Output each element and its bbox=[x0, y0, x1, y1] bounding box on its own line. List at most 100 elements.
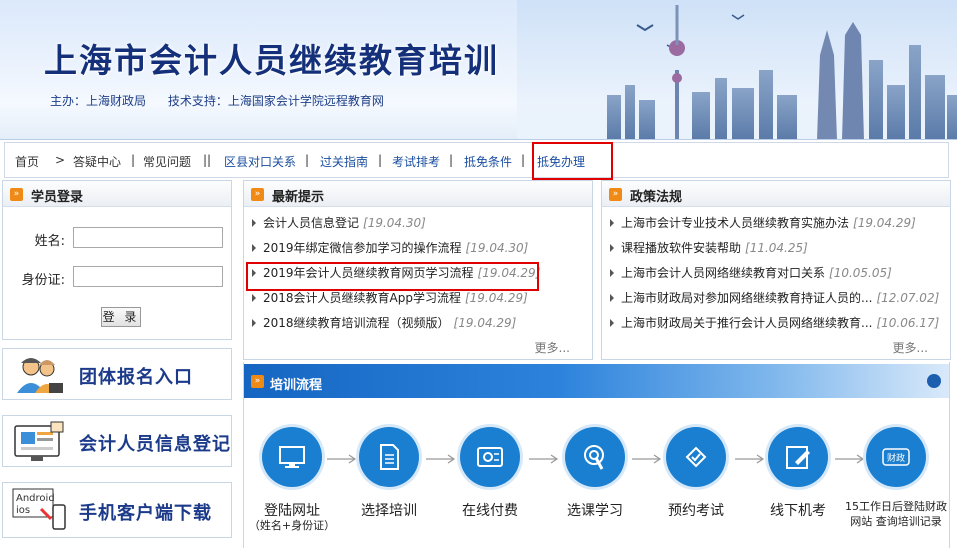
payment-icon bbox=[477, 447, 503, 467]
nav-qa-center[interactable]: 答疑中心 bbox=[73, 153, 121, 170]
list-item[interactable]: 会计人员信息登记 [19.04.30] bbox=[252, 215, 586, 240]
more-link[interactable]: 更多... bbox=[893, 339, 928, 356]
login-panel: » 学员登录 姓名: 身份证: 登 录 bbox=[2, 180, 232, 340]
ios-text: ios bbox=[16, 505, 30, 516]
list-item-title[interactable]: 课程播放软件安装帮助 bbox=[621, 241, 741, 255]
name-input[interactable] bbox=[73, 227, 223, 248]
list-item[interactable]: 2018会计人员继续教育App学习流程 [19.04.29] bbox=[252, 290, 586, 315]
list-item-date: [19.04.29] bbox=[853, 216, 916, 230]
monitor-icon bbox=[279, 446, 305, 468]
nav-separator: | bbox=[131, 153, 136, 167]
policy-panel-header: » 政策法规 bbox=[602, 181, 950, 207]
finance-icon-text: 财政 bbox=[887, 452, 905, 464]
policy-panel: » 政策法规 上海市会计专业技术人员继续教育实施办法 [19.04.29] 课程播… bbox=[601, 180, 951, 360]
organizer-text: 主办：上海财政局 bbox=[50, 94, 147, 108]
step-circle bbox=[262, 427, 322, 487]
mobile-download-label[interactable]: 手机客户端下载 bbox=[79, 499, 212, 525]
list-item[interactable]: 上海市财政局对参加网络继续教育持证人员的... [12.07.02] bbox=[610, 290, 944, 315]
login-button[interactable]: 登 录 bbox=[101, 307, 141, 327]
nav-faq[interactable]: 常见问题 bbox=[143, 153, 191, 170]
bullet-icon bbox=[610, 293, 614, 302]
bullet-icon bbox=[252, 293, 256, 302]
list-item-title[interactable]: 会计人员信息登记 bbox=[263, 216, 359, 230]
step-circle bbox=[666, 427, 726, 487]
nav-separator: | bbox=[378, 153, 383, 167]
list-item[interactable]: 2018继续教育培训流程（视频版） [19.04.29] bbox=[252, 315, 586, 340]
list-item-title[interactable]: 上海市财政局对参加网络继续教育持证人员的... bbox=[621, 291, 872, 305]
list-item-title[interactable]: 上海市会计人员网络继续教育对口关系 bbox=[621, 266, 825, 280]
info-register-label[interactable]: 会计人员信息登记 bbox=[79, 430, 231, 456]
group-registration-label[interactable]: 团体报名入口 bbox=[79, 363, 193, 389]
bullet-icon bbox=[252, 243, 256, 252]
highlight-box bbox=[532, 142, 613, 180]
nav-breadcrumb-separator: > bbox=[55, 153, 66, 167]
list-item-date: [10.06.17] bbox=[876, 316, 940, 330]
step-circle bbox=[768, 427, 828, 487]
nav-district-relations[interactable]: 区县对口关系 bbox=[224, 153, 296, 170]
checklist-icon bbox=[685, 446, 707, 468]
list-item-date: [19.04.29] bbox=[453, 316, 517, 330]
bullet-icon bbox=[610, 268, 614, 277]
list-item[interactable]: 上海市会计专业技术人员继续教育实施办法 [19.04.29] bbox=[610, 215, 944, 240]
id-number-input[interactable] bbox=[73, 266, 223, 287]
step-label: 15工作日后登陆财政网站 查询培训记录 bbox=[845, 500, 947, 528]
bullet-icon bbox=[610, 318, 614, 327]
step-circle bbox=[460, 427, 520, 487]
step-circle bbox=[359, 427, 419, 487]
list-item-title[interactable]: 2018会计人员继续教育App学习流程 bbox=[263, 291, 461, 305]
nav-separator: | bbox=[449, 153, 454, 167]
more-link[interactable]: 更多... bbox=[535, 339, 570, 356]
banner-subtitle: 主办：上海财政局 技术支持：上海国家会计学院远程教育网 bbox=[50, 92, 402, 109]
latest-notices-panel: » 最新提示 会计人员信息登记 [19.04.30] 2019年绑定微信参加学习的… bbox=[243, 180, 593, 360]
android-text: Android bbox=[16, 493, 55, 504]
list-item[interactable]: 上海市财政局关于推行会计人员网络继续教育... [10.06.17] bbox=[610, 315, 944, 340]
list-item-title[interactable]: 上海市会计专业技术人员继续教育实施办法 bbox=[621, 216, 849, 230]
step-circle bbox=[565, 427, 625, 487]
step-sublabel: （姓名+身份证） bbox=[248, 519, 336, 532]
process-header: » 培训流程 bbox=[244, 364, 949, 398]
list-item[interactable]: 课程播放软件安装帮助 [11.04.25] bbox=[610, 240, 944, 265]
nav-home[interactable]: 首页 bbox=[15, 153, 39, 170]
list-item-date: [12.07.02] bbox=[876, 291, 940, 305]
process-title: 培训流程 bbox=[270, 378, 323, 393]
group-registration-link[interactable]: 团体报名入口 bbox=[2, 348, 232, 400]
expand-icon: » bbox=[10, 188, 23, 201]
city-skyline-image bbox=[517, 0, 957, 139]
decoration-circle bbox=[927, 374, 941, 388]
bullet-icon bbox=[252, 318, 256, 327]
computer-form-icon bbox=[14, 421, 64, 461]
nav-exam-schedule[interactable]: 考试排考 bbox=[392, 153, 440, 170]
policy-panel-title: 政策法规 bbox=[630, 190, 683, 205]
finance-icon: 财政 bbox=[882, 448, 910, 466]
highlight-box bbox=[246, 262, 539, 291]
bullet-icon bbox=[252, 218, 256, 227]
nav-separator: | bbox=[521, 153, 526, 167]
list-item-date: [19.04.29] bbox=[464, 291, 528, 305]
step-label: 在线付费 bbox=[462, 503, 518, 519]
login-panel-header: » 学员登录 bbox=[3, 181, 231, 207]
pen-icon bbox=[786, 446, 810, 469]
training-process-panel: » 培训流程 登陆网址 （姓名+身份证） 选择培训 在线付费 选课学习 预约考试… bbox=[243, 362, 950, 548]
mobile-app-icon: Android ios bbox=[12, 488, 66, 530]
latest-panel-header: » 最新提示 bbox=[244, 181, 592, 207]
list-item-date: [11.04.25] bbox=[745, 241, 808, 255]
expand-icon: » bbox=[609, 188, 622, 201]
list-item-title[interactable]: 2019年绑定微信参加学习的操作流程 bbox=[263, 241, 462, 255]
list-item-title[interactable]: 2018继续教育培训流程（视频版） bbox=[263, 316, 450, 330]
list-item-title[interactable]: 上海市财政局关于推行会计人员网络继续教育... bbox=[621, 316, 872, 330]
mobile-download-link[interactable]: Android ios 手机客户端下载 bbox=[2, 482, 232, 538]
info-register-link[interactable]: 会计人员信息登记 bbox=[2, 415, 232, 467]
list-item-date: [19.04.30] bbox=[465, 241, 529, 255]
group-users-icon bbox=[17, 358, 63, 393]
login-panel-title: 学员登录 bbox=[31, 190, 84, 205]
nav-separator: | bbox=[305, 153, 310, 167]
list-item-date: [19.04.30] bbox=[363, 216, 426, 230]
process-step-query-record: 财政 15工作日后登陆财政网站 查询培训记录 bbox=[840, 427, 952, 529]
nav-pass-guide[interactable]: 过关指南 bbox=[320, 153, 368, 170]
nav-credit-conditions[interactable]: 抵免条件 bbox=[464, 153, 512, 170]
step-circle: 财政 bbox=[866, 427, 926, 487]
list-item-date: [10.05.05] bbox=[829, 266, 892, 280]
list-item[interactable]: 上海市会计人员网络继续教育对口关系 [10.05.05] bbox=[610, 265, 944, 290]
document-icon bbox=[380, 444, 399, 470]
nav-separator: || bbox=[203, 153, 212, 167]
